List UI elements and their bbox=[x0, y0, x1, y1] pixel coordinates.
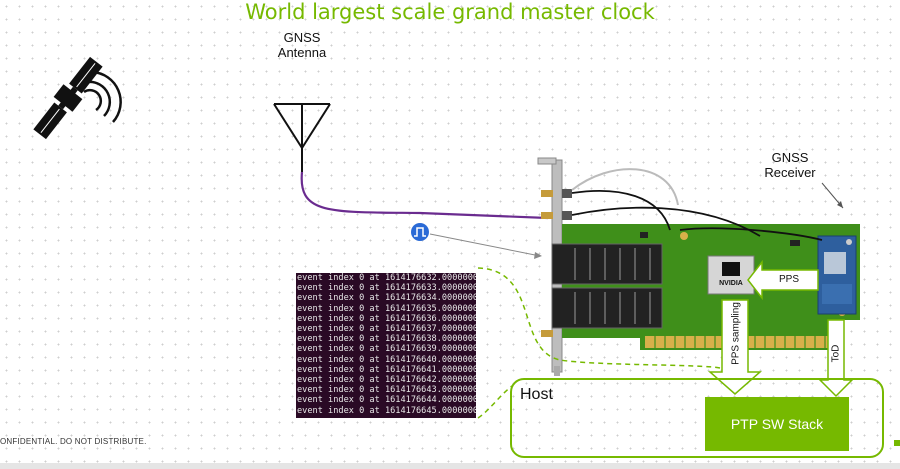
confidential-footer: ONFIDENTIAL. DO NOT DISTRIBUTE. bbox=[0, 437, 147, 446]
chip-label: NVIDIA bbox=[719, 280, 743, 287]
white-coax-cable bbox=[571, 168, 679, 206]
antenna-label: GNSS Antenna bbox=[277, 30, 327, 60]
antenna-icon bbox=[273, 103, 331, 172]
ptp-sw-stack-box: PTP SW Stack bbox=[705, 397, 849, 451]
host-label: Host bbox=[520, 386, 553, 403]
antenna-cable bbox=[300, 171, 549, 220]
terminal-line: event index 0 at 1614176633.000000036 bbox=[297, 283, 476, 294]
terminal-line: event index 0 at 1614176639.000000036 bbox=[297, 344, 476, 355]
pps-label: PPS bbox=[779, 274, 800, 285]
satellite-icon bbox=[33, 56, 122, 140]
terminal-line: event index 0 at 1614176644.000000040 bbox=[297, 395, 476, 406]
terminal-line: event index 0 at 1614176636.000000040 bbox=[297, 313, 476, 324]
terminal-line: event index 0 at 1614176635.000000040 bbox=[297, 303, 476, 314]
terminal-line: event index 0 at 1614176640.000000036 bbox=[297, 354, 476, 365]
terminal-line: event index 0 at 1614176634.000000040 bbox=[297, 293, 476, 304]
pulse-icon bbox=[411, 223, 429, 241]
terminal-line: event index 0 at 1614176637.000000040 bbox=[297, 324, 476, 335]
bottom-bar bbox=[0, 463, 900, 469]
corner-icon bbox=[894, 440, 900, 446]
terminal-line: event index 0 at 1614176645.000000036 bbox=[297, 405, 476, 416]
pps-sampling-label: PPS sampling bbox=[730, 302, 742, 365]
terminal-line: event index 0 at 1614176632.000000040 bbox=[297, 273, 476, 283]
terminal-line: event index 0 at 1614176641.000000032 bbox=[297, 364, 476, 375]
terminal-line: event index 0 at 1614176638.000000040 bbox=[297, 334, 476, 345]
terminal-line: event index 0 at 1614176643.000000044 bbox=[297, 385, 476, 396]
terminal-line: event index 0 at 1614176642.000000036 bbox=[297, 375, 476, 386]
tod-label: ToD bbox=[830, 344, 842, 363]
receiver-label: GNSS Receiver bbox=[764, 150, 816, 180]
ptp-sw-stack-label: PTP SW Stack bbox=[730, 416, 824, 432]
terminal-output: event index 0 at 1614176632.000000040 eve… bbox=[296, 273, 476, 418]
